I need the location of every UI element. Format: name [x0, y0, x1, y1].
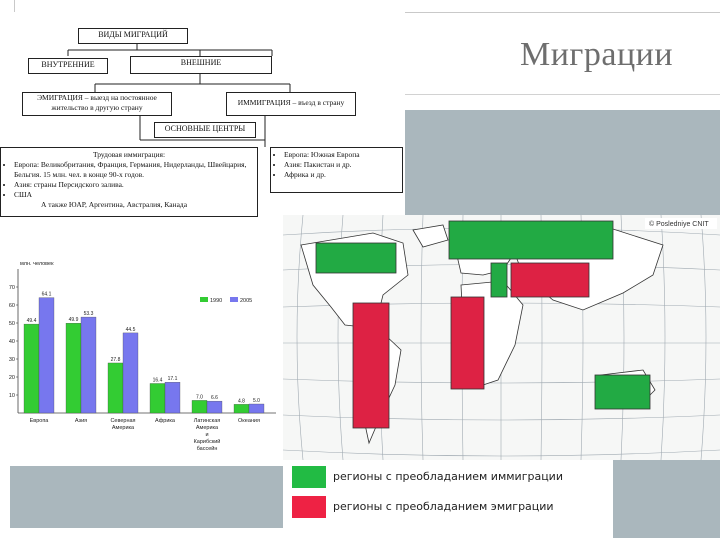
migration-types-diagram: ВИДЫ МИГРАЦИЙ ВНУТРЕННИЕ ВНЕШНИЕ ЭМИГРАЦ… — [0, 12, 405, 217]
x-tick-label: бассейн — [197, 445, 218, 452]
migrants-bar-chart: млн. человек 10 20 30 40 50 60 70 1990 2005 49.4 64… — [0, 255, 282, 465]
bar-chart-svg: млн. человек 10 20 30 40 50 60 70 1990 2005 49.4 64… — [9, 261, 276, 452]
y-tick-label: 20 — [9, 375, 15, 381]
legend-row-emigration: регионы с преобладанием эмиграции — [283, 496, 613, 520]
list-item: Азия: страны Персидского залива. — [14, 180, 253, 190]
data-label: 7.0 — [196, 394, 203, 400]
x-tick-label: Азия — [75, 418, 87, 424]
x-tick-label: Океания — [238, 418, 260, 424]
immigration-regions-north — [449, 221, 613, 259]
root-box: ВИДЫ МИГРАЦИЙ — [78, 28, 188, 44]
data-label: 17.1 — [168, 376, 178, 382]
left-centers-list: Трудовая иммиграция: Европа: Великобрита… — [0, 147, 258, 217]
data-label: 53.3 — [84, 311, 94, 317]
legend-label-emigration: регионы с преобладанием эмиграции — [333, 500, 554, 513]
list-item: Африка и др. — [284, 170, 398, 180]
y-tick-label: 10 — [9, 393, 15, 399]
y-tick-label: 50 — [9, 321, 15, 327]
map-legend: регионы с преобладанием иммиграции регио… — [283, 460, 613, 540]
map-credit: © Posledniye CNIT — [649, 220, 709, 228]
data-label: 27.8 — [111, 357, 121, 363]
bar — [38, 297, 55, 414]
bar — [206, 400, 223, 414]
left-centers-footer: А также ЮАР, Аргентина, Австралия, Канад… — [41, 200, 188, 209]
left-centers-heading: Трудовая иммиграция: — [92, 150, 166, 159]
y-tick-label: 30 — [9, 357, 15, 363]
list-item: США — [14, 190, 253, 200]
immigration-box: ИММИГРАЦИЯ – въезд в страну — [226, 92, 356, 116]
external-box: ВНЕШНИЕ — [130, 56, 272, 74]
slide-title: Миграции — [520, 36, 674, 73]
bar — [65, 323, 82, 414]
list-item: Азия: Пакистан и др. — [284, 160, 398, 170]
x-tick-label: Америка — [112, 425, 135, 431]
bar — [80, 316, 97, 414]
data-label: 44.5 — [126, 327, 136, 333]
bar — [164, 382, 181, 414]
data-label: 49.4 — [27, 318, 37, 324]
internal-box: ВНУТРЕННИЕ — [28, 58, 108, 74]
list-item: Европа: Великобритания, Франция, Германи… — [14, 160, 253, 180]
x-tick-label: Европа — [30, 418, 50, 424]
left-centers-items: Европа: Великобритания, Франция, Германи… — [5, 160, 253, 200]
data-label: 49.9 — [69, 317, 79, 323]
legend-swatch — [230, 297, 238, 302]
immigration-swatch — [292, 466, 326, 488]
legend-swatch — [200, 297, 208, 302]
bar — [107, 362, 124, 414]
map-svg: © Posledniye CNIT — [283, 215, 720, 460]
bar — [23, 323, 40, 414]
y-tick-label: 60 — [9, 303, 15, 309]
bar — [248, 403, 265, 414]
right-centers-items: Европа: Южная Европа Азия: Пакистан и др… — [275, 150, 398, 180]
x-tick-label: Африка — [155, 418, 176, 424]
y-axis-label: млн. человек — [20, 261, 54, 267]
emigration-box: ЭМИГРАЦИЯ – выезд на постоянное жительст… — [22, 92, 172, 116]
x-tick-label: Северная — [110, 418, 135, 424]
bar — [233, 404, 250, 414]
world-migration-map: © Posledniye CNIT — [283, 215, 720, 460]
x-tick-label: и — [205, 432, 208, 438]
data-label: 4.8 — [238, 398, 245, 404]
legend-label-immigration: регионы с преобладанием иммиграции — [333, 470, 563, 483]
x-tick-label: Латинская — [194, 418, 221, 424]
bar — [191, 400, 208, 414]
bar — [122, 332, 139, 414]
data-label: 64.1 — [42, 292, 52, 298]
right-centers-list: Европа: Южная Европа Азия: Пакистан и др… — [270, 147, 403, 193]
data-label: 6.6 — [211, 395, 218, 401]
list-item: Европа: Южная Европа — [284, 150, 398, 160]
centers-box: ОСНОВНЫЕ ЦЕНТРЫ — [154, 122, 256, 138]
slate-panel-left — [10, 466, 288, 528]
y-tick-label: 70 — [9, 285, 15, 291]
emigration-swatch — [292, 496, 326, 518]
legend-entry: 2005 — [240, 298, 252, 304]
x-tick-label: Карибский — [194, 438, 221, 445]
legend-entry: 1990 — [210, 298, 222, 304]
legend-row-immigration: регионы с преобладанием иммиграции — [283, 466, 613, 490]
x-tick-label: Америка — [196, 425, 219, 431]
title-underline — [400, 94, 720, 95]
data-label: 16.4 — [153, 377, 163, 383]
data-label: 5.0 — [253, 398, 260, 404]
bar — [149, 383, 166, 414]
y-tick-label: 40 — [9, 339, 15, 345]
